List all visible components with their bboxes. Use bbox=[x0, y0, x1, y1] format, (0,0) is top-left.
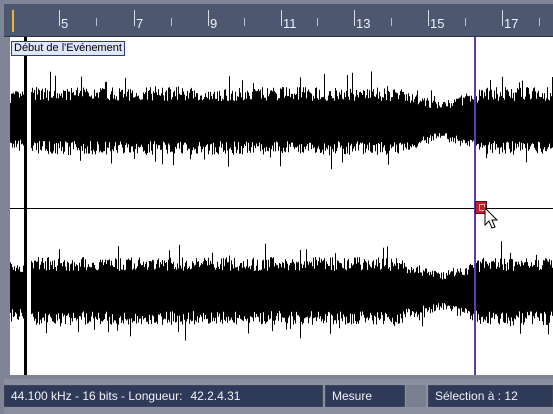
mouse-pointer-icon bbox=[484, 207, 499, 229]
event-start-line[interactable] bbox=[24, 37, 27, 375]
ruler-tick-label: 17 bbox=[504, 16, 519, 31]
ruler-minor-tick bbox=[96, 4, 136, 36]
selection-field[interactable]: Sélection à : 12 bbox=[428, 385, 553, 407]
tick-mark bbox=[96, 18, 97, 26]
ruler-tick: 13 bbox=[354, 4, 394, 36]
tick-mark bbox=[391, 18, 392, 26]
ruler-tick-label: 11 bbox=[283, 16, 297, 31]
event-start-label: Début de l'Evénement bbox=[11, 41, 125, 56]
left-channel-waveform bbox=[10, 71, 553, 170]
ruler-tick-label: 15 bbox=[430, 16, 445, 31]
selection-value: 12 bbox=[504, 389, 518, 403]
ruler-tick: 17 bbox=[502, 4, 542, 36]
ruler-minor-tick bbox=[171, 4, 211, 36]
waveform-display[interactable]: Début de l'Evénement bbox=[10, 37, 553, 375]
tick-mark bbox=[465, 18, 466, 26]
status-separator bbox=[406, 385, 426, 407]
right-channel-waveform bbox=[10, 241, 553, 341]
selection-label: Sélection à : bbox=[435, 389, 502, 403]
ruler-tick: 9 bbox=[208, 4, 248, 36]
time-format-selector[interactable]: Mesure bbox=[325, 385, 405, 407]
ruler-minor-tick bbox=[244, 4, 284, 36]
tick-mark bbox=[317, 18, 318, 26]
stereo-waveform[interactable] bbox=[10, 37, 553, 375]
ruler-tick: 11 bbox=[281, 4, 321, 36]
length-value: 42.2.4.31 bbox=[190, 389, 241, 403]
ruler-tick-label: 5 bbox=[61, 16, 69, 31]
audio-info-field: 44.100 kHz - 16 bits - Longueur: 42.2.4.3… bbox=[4, 385, 323, 407]
ruler-minor-tick bbox=[465, 4, 505, 36]
ruler-minor-tick bbox=[539, 4, 553, 36]
audio-format-text: 44.100 kHz - 16 bits - Longueur: bbox=[11, 389, 183, 403]
ruler-tick-label: 9 bbox=[210, 16, 218, 31]
time-ruler[interactable]: 5 7 9 11 13 15 17 bbox=[4, 4, 553, 37]
ruler-tick: 5 bbox=[59, 4, 99, 36]
ruler-minor-tick bbox=[317, 4, 357, 36]
ruler-tick: 15 bbox=[428, 4, 468, 36]
tick-mark bbox=[539, 18, 540, 26]
status-bar: 44.100 kHz - 16 bits - Longueur: 42.2.4.3… bbox=[4, 379, 553, 414]
tick-mark bbox=[244, 18, 245, 26]
tick-mark bbox=[171, 18, 172, 26]
sample-editor-window: 5 7 9 11 13 15 17 Début de l'Evénement 4… bbox=[0, 0, 553, 414]
ruler-position-indicator[interactable] bbox=[12, 10, 14, 32]
ruler-tick-label: 7 bbox=[136, 16, 144, 31]
channel-divider bbox=[10, 208, 553, 209]
time-format-label: Mesure bbox=[332, 389, 373, 403]
ruler-tick: 7 bbox=[134, 4, 174, 36]
ruler-minor-tick bbox=[391, 4, 431, 36]
tick-mark bbox=[59, 10, 60, 26]
ruler-tick-label: 13 bbox=[356, 16, 371, 31]
